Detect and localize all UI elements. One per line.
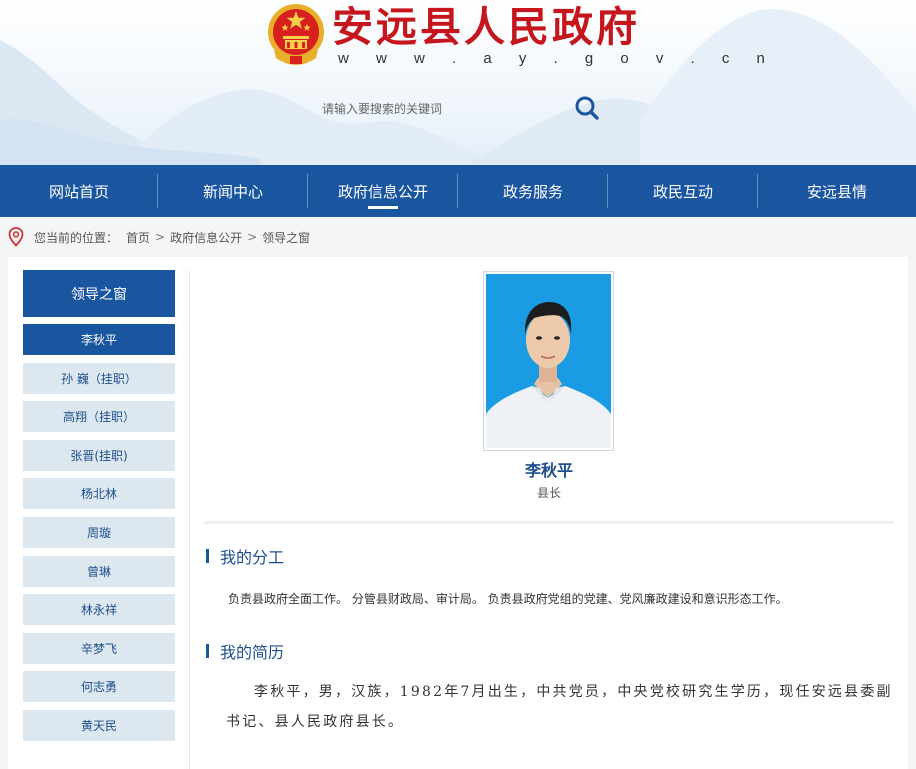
sidebar-item-leader[interactable]: 孙 巍（挂职） (23, 362, 175, 394)
heading-bar (206, 644, 209, 658)
nav-item-county-info[interactable]: 安远县情 (758, 165, 916, 217)
sidebar-heading: 领导之窗 (23, 270, 175, 317)
breadcrumb-prefix: 您当前的位置： (34, 230, 119, 245)
nav-item-label: 新闻中心 (202, 182, 263, 201)
nav-item-gov-info[interactable]: 政府信息公开 (308, 165, 458, 217)
breadcrumb: 您当前的位置： 首页 > 政府信息公开 > 领导之窗 (0, 217, 916, 257)
leader-sidebar: 领导之窗 李秋平 孙 巍（挂职） 高翔（挂职） 张晋(挂职) 杨北林 周璇 曾琳… (23, 270, 175, 741)
sidebar-item-leader[interactable]: 黄天民 (23, 709, 175, 741)
resume-heading-text: 我的简历 (220, 643, 285, 662)
nav-item-label: 政府信息公开 (337, 182, 428, 201)
section-divider (204, 521, 894, 524)
portrait-photo (486, 274, 611, 448)
sidebar-item-leader[interactable]: 高翔（挂职） (23, 401, 175, 433)
sidebar-item-leader[interactable]: 张晋(挂职) (23, 439, 175, 471)
search-box[interactable]: 请输入要搜索的关键词 (322, 92, 602, 124)
sidebar-item-leader[interactable]: 周璇 (23, 516, 175, 548)
person-title: 县长 (536, 486, 561, 500)
duty-text: 负责县政府全面工作。 分管县财政局、审计局。 负责县政府党组的党建、党风廉政建设… (228, 592, 788, 606)
sidebar-item-leader[interactable]: 何志勇 (23, 671, 175, 703)
resume-heading: 我的简历 (206, 640, 284, 662)
sidebar-divider (189, 270, 190, 769)
portrait-frame (483, 271, 614, 451)
sidebar-item-leader[interactable]: 李秋平 (23, 324, 175, 355)
nav-item-news[interactable]: 新闻中心 (158, 165, 308, 217)
content-panel: 领导之窗 李秋平 孙 巍（挂职） 高翔（挂职） 张晋(挂职) 杨北林 周璇 曾琳… (8, 257, 908, 769)
nav-item-label: 安远县情 (806, 182, 867, 201)
duty-heading: 我的分工 (206, 545, 284, 567)
sidebar-item-leader[interactable]: 林永祥 (23, 594, 175, 626)
nav-item-interaction[interactable]: 政民互动 (608, 165, 758, 217)
leader-profile: 李秋平 县长 我的分工 负责县政府全面工作。 分管县财政局、审计局。 负责县政府… (204, 257, 894, 769)
sidebar-item-leader[interactable]: 辛梦飞 (23, 632, 175, 664)
duty-heading-text: 我的分工 (220, 548, 285, 567)
site-url: w w w . a y . g o v . c n (338, 50, 777, 67)
nav-item-services[interactable]: 政务服务 (458, 165, 608, 217)
person-name: 李秋平 (524, 461, 573, 480)
search-icon[interactable] (574, 95, 600, 121)
heading-bar (206, 549, 209, 563)
main-nav: 网站首页 新闻中心 政府信息公开 政务服务 政民互动 安远县情 (0, 165, 916, 217)
nav-item-home[interactable]: 网站首页 (0, 165, 158, 217)
national-emblem-icon (268, 4, 324, 65)
breadcrumb-gov-info[interactable]: 政府信息公开 (170, 229, 242, 246)
breadcrumb-separator: > (155, 230, 166, 244)
site-title: 安远县人民政府 (332, 3, 640, 51)
nav-item-label: 政务服务 (502, 182, 563, 201)
breadcrumb-home[interactable]: 首页 (126, 229, 150, 246)
site-logo[interactable]: 安远县人民政府 w w w . a y . g o v . c n (266, 2, 765, 72)
sidebar-item-leader[interactable]: 杨北林 (23, 478, 175, 510)
breadcrumb-separator: > (247, 230, 258, 244)
site-header: 安远县人民政府 w w w . a y . g o v . c n 请输入要搜索… (0, 0, 916, 165)
search-input[interactable]: 请输入要搜索的关键词 (322, 100, 442, 117)
nav-item-label: 政民互动 (652, 182, 713, 201)
nav-item-label: 网站首页 (48, 182, 109, 201)
location-pin-icon (8, 227, 24, 247)
resume-text: 李秋平，男，汉族，1982年7月出生，中共党员，中央党校研究生学历，现任安远县委… (226, 684, 893, 730)
sidebar-item-leader[interactable]: 曾琳 (23, 555, 175, 587)
breadcrumb-leaders[interactable]: 领导之窗 (262, 229, 310, 246)
